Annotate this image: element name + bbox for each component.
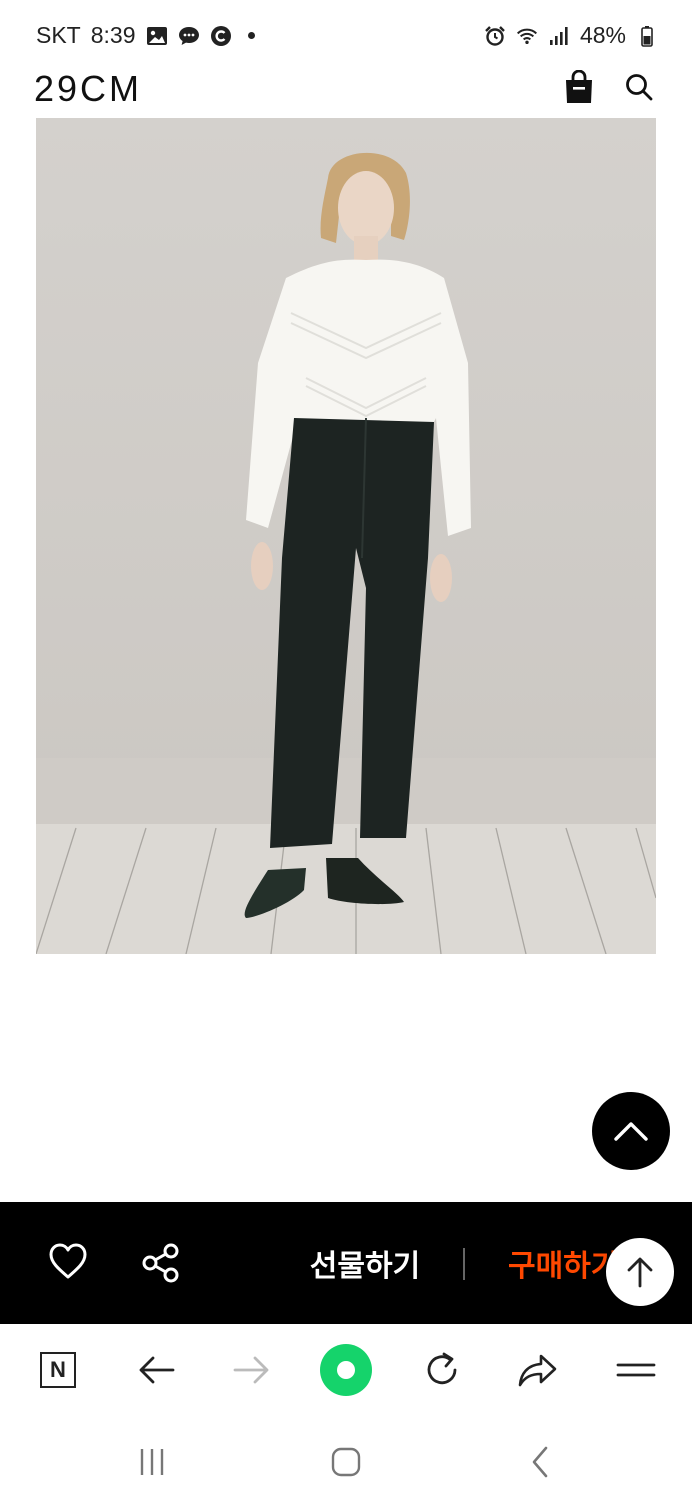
green-home-button[interactable]	[320, 1344, 372, 1396]
back-icon[interactable]	[516, 1438, 564, 1486]
wifi-icon	[516, 25, 538, 47]
back-arrow-icon[interactable]	[130, 1344, 182, 1396]
heart-icon[interactable]	[48, 1242, 88, 1282]
recent-apps-icon[interactable]	[128, 1438, 176, 1486]
forward-arrow-icon[interactable]	[226, 1344, 278, 1396]
battery-icon	[636, 25, 658, 47]
refresh-icon[interactable]	[416, 1344, 468, 1396]
carrier-label: SKT	[36, 22, 81, 48]
brand-logo[interactable]: 29CM	[34, 68, 142, 110]
chat-icon	[178, 25, 200, 47]
alarm-icon	[484, 25, 506, 47]
naver-home-button[interactable]: N	[32, 1344, 84, 1396]
home-icon[interactable]	[322, 1438, 370, 1486]
share-arrow-icon[interactable]	[512, 1344, 564, 1396]
arrow-up-icon	[627, 1257, 653, 1288]
green-dot-icon	[320, 1344, 372, 1396]
android-nav-bar	[0, 1416, 692, 1500]
search-icon[interactable]	[624, 72, 654, 102]
bar-divider	[463, 1248, 465, 1280]
signal-icon	[548, 25, 570, 47]
app-header: 29CM	[0, 64, 692, 116]
browser-toolbar: N	[0, 1324, 692, 1416]
menu-icon[interactable]	[610, 1344, 662, 1396]
share-icon[interactable]	[140, 1242, 182, 1284]
gift-button[interactable]: 선물하기	[290, 1238, 440, 1288]
status-left: SKT 8:39	[36, 22, 255, 49]
gallery-icon	[146, 25, 168, 47]
product-photo[interactable]	[36, 118, 656, 954]
shopping-bag-icon[interactable]	[564, 69, 594, 104]
purchase-bar: 선물하기 구매하기	[0, 1202, 692, 1324]
battery-percent: 48%	[579, 22, 626, 48]
model-illustration	[36, 118, 656, 954]
scroll-top-button[interactable]	[592, 1092, 670, 1170]
c-app-icon	[210, 25, 232, 47]
clock: 8:39	[90, 22, 136, 48]
floating-top-button[interactable]	[606, 1238, 674, 1306]
status-right: 48%	[484, 22, 658, 49]
status-bar: SKT 8:39 48%	[0, 0, 692, 72]
notification-dot-icon	[247, 32, 255, 39]
naver-n-icon: N	[40, 1352, 76, 1388]
chevron-up-icon	[614, 1122, 648, 1141]
